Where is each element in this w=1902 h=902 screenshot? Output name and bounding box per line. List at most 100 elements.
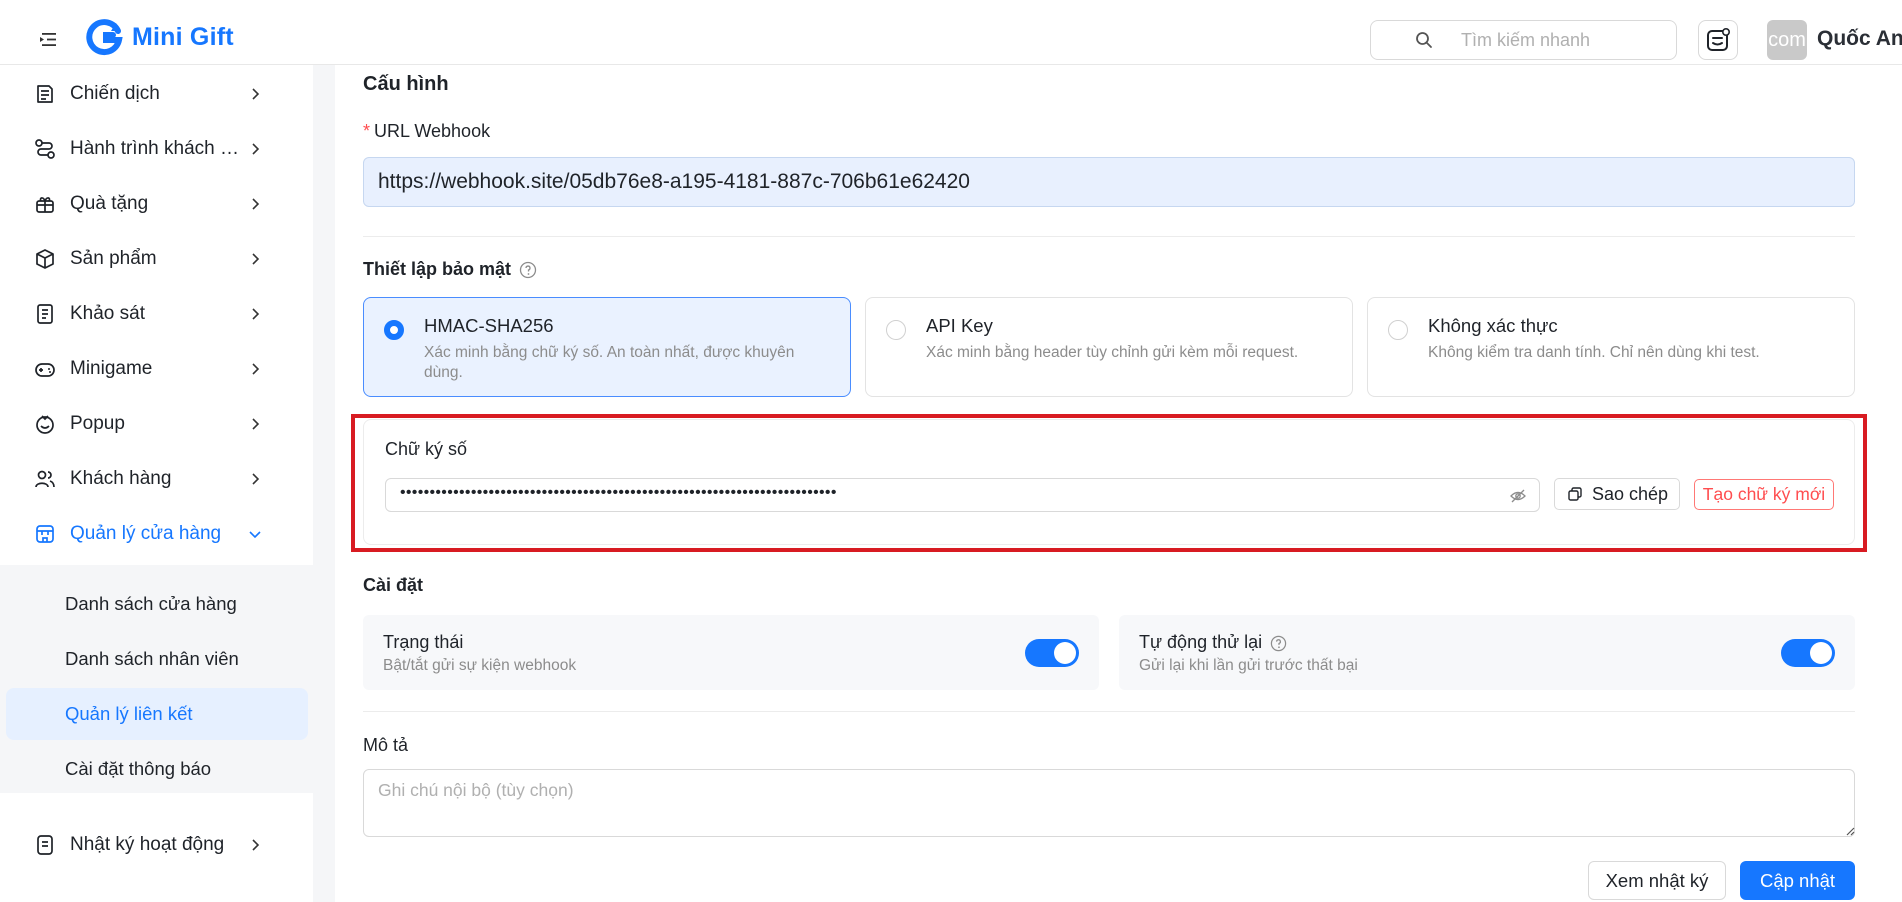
signature-masked-value: ••••••••••••••••••••••••••••••••••••••••…	[400, 484, 837, 501]
radio-unchecked[interactable]	[886, 320, 906, 340]
help-icon[interactable]	[1270, 635, 1287, 652]
retry-setting-title-text: Tự động thử lại	[1139, 632, 1263, 652]
status-setting-title: Trạng thái	[383, 632, 464, 652]
copy-button-label: Sao chép	[1591, 483, 1669, 504]
generate-signature-button[interactable]: Tạo chữ ký mới	[1694, 479, 1834, 510]
logo-icon	[86, 19, 123, 56]
sidebar-subitem-staff-list[interactable]: Danh sách nhân viên	[6, 633, 308, 685]
sidebar-subitem-label: Danh sách cửa hàng	[65, 593, 237, 614]
gift-icon	[36, 197, 54, 213]
url-webhook-label-text: URL Webhook	[374, 121, 491, 141]
sidebar-item-surveys[interactable]: Khảo sát	[0, 290, 313, 338]
sidebar-item-label: Nhật ký hoạt động	[70, 834, 225, 855]
campaign-icon	[37, 85, 53, 103]
radio-unchecked[interactable]	[1388, 320, 1408, 340]
chevron-right-icon	[252, 253, 260, 265]
description-label: Mô tả	[363, 735, 409, 755]
auth-option-desc: Xác minh bằng chữ ký số. An toàn nhất, đ…	[424, 344, 795, 381]
gamepad-icon	[35, 363, 55, 377]
divider	[363, 236, 1855, 237]
radio-checked[interactable]	[384, 320, 404, 340]
survey-icon	[37, 304, 53, 324]
url-webhook-input[interactable]	[363, 157, 1855, 207]
avatar[interactable]: com	[1767, 20, 1807, 60]
status-setting-card: Trạng thái Bật/tắt gửi sự kiện webhook	[363, 615, 1099, 690]
resize-grip-icon[interactable]	[1845, 826, 1855, 836]
chevron-right-icon	[252, 308, 260, 320]
sidebar-item-journey[interactable]: Hành trình khách hàng	[0, 125, 313, 173]
quick-search[interactable]	[1370, 20, 1677, 60]
sidebar-item-label: Quản lý cửa hàng	[70, 523, 222, 544]
notification-button[interactable]	[1698, 20, 1738, 60]
sidebar-subitem-label: Danh sách nhân viên	[65, 648, 239, 669]
sidebar-subitem-label: Cài đặt thông báo	[65, 758, 212, 779]
sidebar-item-activity-log[interactable]: Nhật ký hoạt động	[0, 821, 313, 869]
security-title-text: Thiết lập bảo mật	[363, 259, 512, 279]
sidebar: Chiến dịch Hành trình khách hàng Quà tặn…	[0, 65, 313, 902]
auth-option-desc: Không kiểm tra danh tính. Chỉ nên dùng k…	[1428, 344, 1760, 361]
toggle-knob	[1810, 642, 1832, 664]
log-icon	[37, 835, 53, 855]
status-toggle[interactable]	[1025, 639, 1079, 667]
sidebar-item-label: Popup	[70, 413, 125, 434]
chevron-right-icon	[252, 198, 260, 210]
description-textarea[interactable]	[363, 769, 1855, 837]
menu-fold-icon[interactable]	[38, 30, 60, 50]
divider	[363, 711, 1855, 712]
journey-icon	[35, 139, 55, 159]
auth-option-none[interactable]: Không xác thực Không kiểm tra danh tính.…	[1367, 297, 1855, 397]
sidebar-item-gifts[interactable]: Quà tặng	[0, 180, 313, 228]
avatar-text: com	[1768, 28, 1806, 51]
eye-invisible-icon[interactable]	[1509, 487, 1527, 505]
config-section-title: Cấu hình	[363, 73, 449, 95]
sidebar-item-products[interactable]: Sản phẩm	[0, 235, 313, 283]
retry-setting-title: Tự động thử lại	[1139, 632, 1287, 653]
sidebar-subitem-label: Quản lý liên kết	[65, 703, 193, 724]
auth-option-api-key[interactable]: API Key Xác minh bằng header tùy chỉnh g…	[865, 297, 1353, 397]
sidebar-item-label: Chiến dịch	[70, 83, 160, 104]
chevron-right-icon	[252, 418, 260, 430]
security-section-title: Thiết lập bảo mật	[363, 259, 537, 280]
help-icon[interactable]	[519, 261, 537, 279]
sidebar-item-label: Khách hàng	[70, 468, 172, 489]
sidebar-item-label: Quà tặng	[70, 193, 149, 214]
chevron-right-icon	[252, 839, 260, 851]
app-name: Mini Gift	[132, 22, 234, 51]
signature-input[interactable]: ••••••••••••••••••••••••••••••••••••••••…	[385, 478, 1540, 512]
sidebar-item-minigame[interactable]: Minigame	[0, 345, 313, 393]
auth-option-title: HMAC-SHA256	[424, 315, 554, 336]
app-logo[interactable]: Mini Gift	[86, 18, 234, 56]
sidebar-subitem-notification-settings[interactable]: Cài đặt thông báo	[6, 743, 308, 795]
toggle-knob	[1054, 642, 1076, 664]
sidebar-item-store-management[interactable]: Quản lý cửa hàng	[0, 510, 313, 558]
sidebar-item-label: Hành trình khách hàng	[70, 138, 242, 159]
notification-icon	[1707, 27, 1730, 51]
chevron-down-icon	[249, 531, 261, 539]
chevron-right-icon	[252, 363, 260, 375]
sidebar-subitem-store-list[interactable]: Danh sách cửa hàng	[6, 578, 308, 630]
retry-setting-desc: Gửi lại khi lần gửi trước thất bại	[1139, 657, 1358, 674]
popup-icon	[36, 415, 54, 434]
copy-button[interactable]: Sao chép	[1554, 478, 1680, 510]
chevron-right-icon	[252, 88, 260, 100]
status-setting-desc: Bật/tắt gửi sự kiện webhook	[383, 657, 577, 674]
chevron-right-icon	[252, 473, 260, 485]
settings-section-title: Cài đặt	[363, 575, 424, 595]
search-icon	[1416, 32, 1432, 48]
url-webhook-label: * URL Webhook	[363, 121, 490, 142]
user-name[interactable]: Quốc An	[1817, 27, 1902, 51]
sidebar-item-campaigns[interactable]: Chiến dịch	[0, 70, 313, 118]
box-icon	[36, 249, 54, 269]
view-log-button[interactable]: Xem nhật ký	[1588, 861, 1726, 900]
auth-option-hmac[interactable]: HMAC-SHA256 Xác minh bằng chữ ký số. An …	[363, 297, 851, 397]
store-icon	[36, 525, 54, 543]
sidebar-item-customers[interactable]: Khách hàng	[0, 455, 313, 503]
update-button[interactable]: Cập nhật	[1740, 861, 1855, 900]
sidebar-subitem-link-management[interactable]: Quản lý liên kết	[6, 688, 308, 740]
users-icon	[35, 470, 55, 488]
sidebar-item-popup[interactable]: Popup	[0, 400, 313, 448]
retry-toggle[interactable]	[1781, 639, 1835, 667]
main-content: Cấu hình *URL Webhook Thiết lập bảo mật …	[335, 65, 1902, 902]
search-input[interactable]	[1461, 29, 1661, 51]
auth-option-title: Không xác thực	[1428, 315, 1558, 336]
